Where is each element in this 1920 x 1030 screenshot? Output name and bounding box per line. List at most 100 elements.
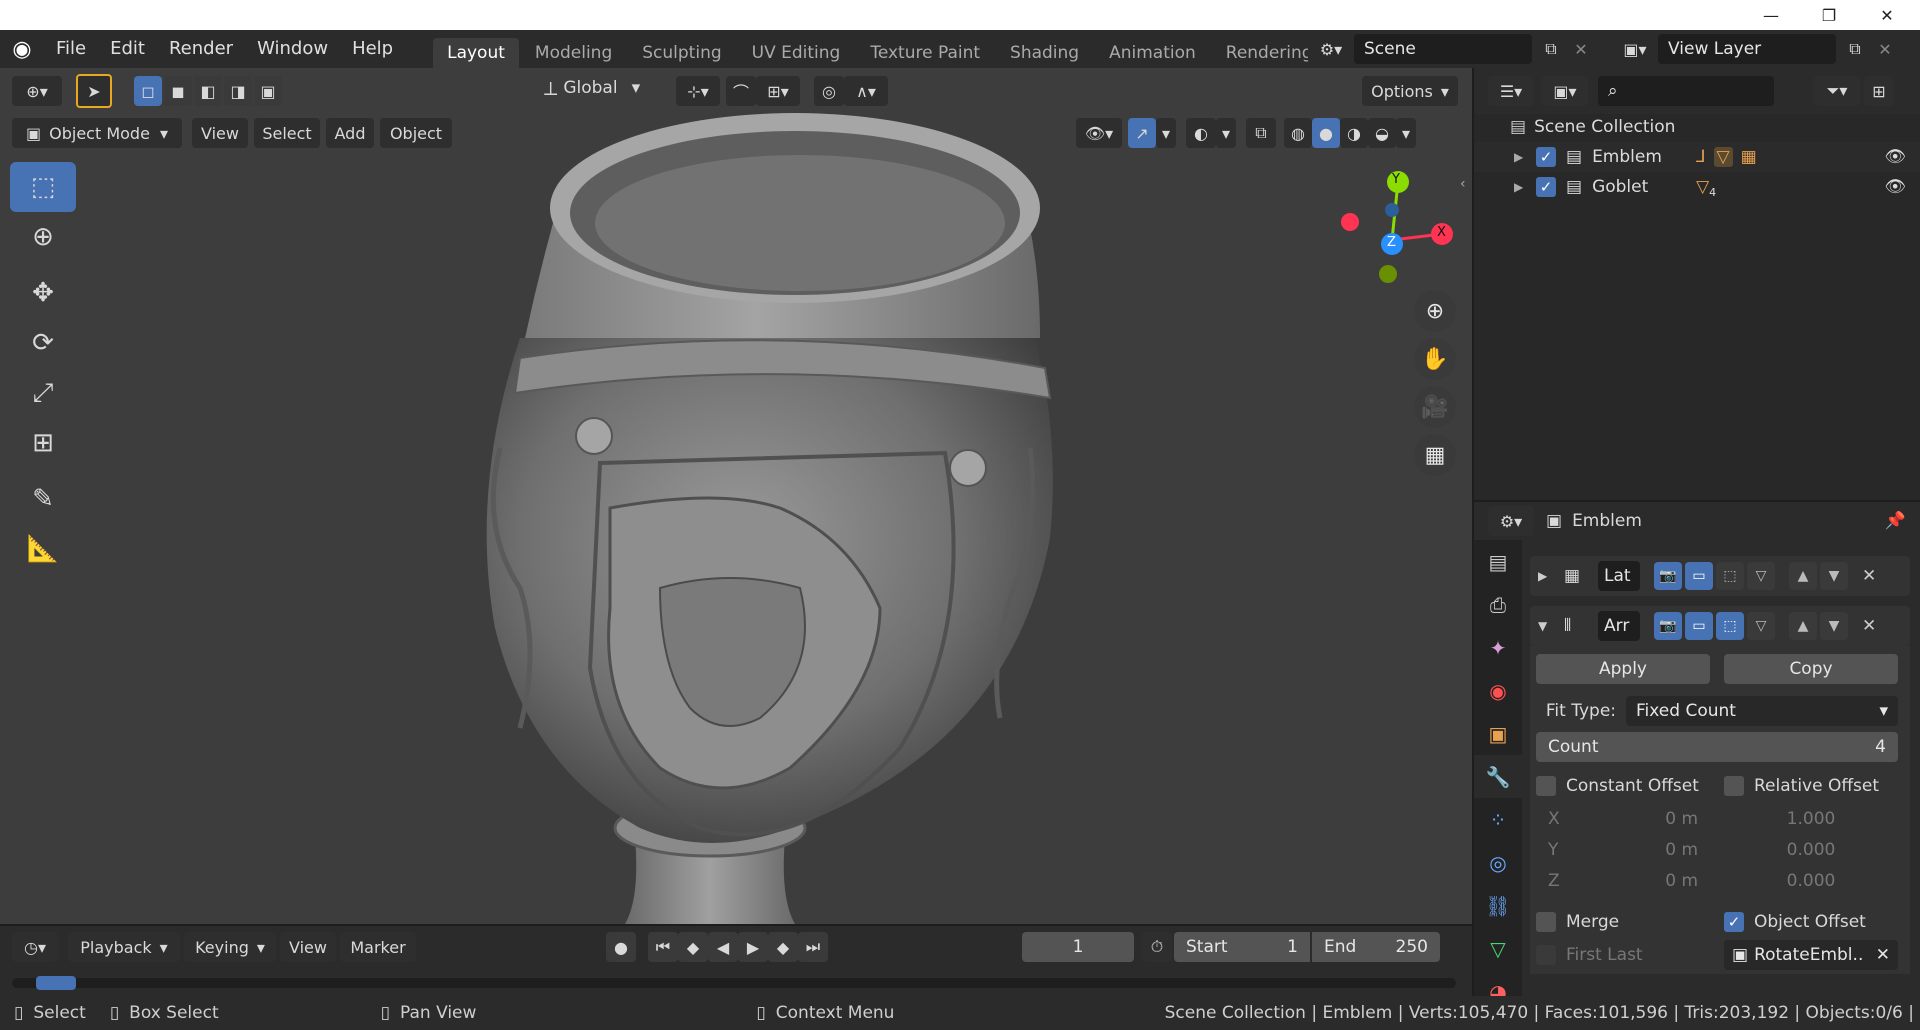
viewport-display-icon[interactable]: ▭	[1685, 612, 1713, 640]
snap-target-icon[interactable]: ⊞▾	[756, 76, 800, 106]
playback-menu[interactable]: Playback ▾	[68, 932, 180, 962]
select-subtract-icon[interactable]: ◧	[194, 76, 222, 106]
menu-select[interactable]: Select	[254, 118, 320, 148]
menu-object[interactable]: Object	[380, 118, 452, 148]
pin-icon[interactable]: 📌	[1885, 511, 1906, 531]
menu-window[interactable]: Window	[245, 30, 340, 68]
select-tool-icon[interactable]: ➤	[76, 74, 112, 108]
display-mode-icon[interactable]: ▣▾	[1542, 76, 1588, 106]
constraints-tab-icon[interactable]: ⛓	[1474, 884, 1522, 927]
merge-toggle[interactable]: Merge	[1536, 912, 1724, 932]
jump-start-icon[interactable]: ⏮	[648, 932, 678, 962]
properties-type-icon[interactable]: ⚙▾	[1488, 506, 1534, 536]
end-frame-field[interactable]: End 250	[1312, 932, 1440, 962]
maximize-button[interactable]: ❐	[1800, 0, 1858, 30]
move-down-icon[interactable]: ▼	[1820, 612, 1848, 640]
edit-mode-icon[interactable]: 📷	[1654, 562, 1682, 590]
relative-offset-checkbox[interactable]	[1724, 776, 1744, 796]
tab-animation[interactable]: Animation	[1095, 38, 1210, 68]
timeline-scrubber[interactable]	[12, 976, 1456, 990]
pan-hand-icon[interactable]: ✋	[1414, 338, 1456, 380]
remove-modifier-icon[interactable]: ✕	[1862, 566, 1876, 586]
modifier-tab-icon[interactable]: 🔧	[1474, 755, 1522, 798]
render-tab-icon[interactable]: ▤	[1474, 540, 1522, 583]
lattice-icon[interactable]: ▦	[1741, 147, 1757, 167]
visibility-eye-icon[interactable]: 👁	[1884, 147, 1906, 167]
first-last-checkbox[interactable]	[1536, 945, 1556, 965]
modifier-lattice[interactable]: ▶ ▦ Lat 📷 ▭ ⬚ ▽ ▲ ▼ ✕	[1530, 556, 1910, 596]
material-shading-icon[interactable]: ◑	[1340, 118, 1368, 148]
prev-keyframe-icon[interactable]: ◆	[678, 932, 708, 962]
scene-icon[interactable]: ⚙▾	[1308, 34, 1354, 64]
annotate-tool-icon[interactable]: ✎	[10, 474, 76, 524]
apply-button[interactable]: Apply	[1536, 654, 1710, 684]
options-dropdown[interactable]: Options ▾	[1362, 76, 1458, 106]
tab-shading[interactable]: Shading	[996, 38, 1094, 68]
constant-x-field[interactable]: X 0 m	[1536, 804, 1710, 834]
menu-add[interactable]: Add	[326, 118, 374, 148]
visibility-icon[interactable]: 👁▾	[1076, 118, 1122, 148]
3d-viewport[interactable]	[0, 68, 1472, 924]
select-new-icon[interactable]: ◻	[134, 76, 162, 106]
tree-row-emblem[interactable]: ▶ ✓ ▤ Emblem ⅃ ▽ ▦ 👁	[1474, 142, 1920, 172]
exclude-checkbox[interactable]: ✓	[1536, 147, 1556, 167]
remove-modifier-icon[interactable]: ✕	[1862, 616, 1876, 636]
move-up-icon[interactable]: ▲	[1789, 612, 1817, 640]
outliner-search-input[interactable]: ⌕	[1598, 76, 1774, 106]
new-collection-icon[interactable]: ⊞	[1864, 76, 1894, 106]
constant-z-field[interactable]: Z 0 m	[1536, 866, 1710, 896]
play-reverse-icon[interactable]: ◀	[708, 932, 738, 962]
jump-end-icon[interactable]: ⏭	[798, 932, 828, 962]
select-intersect-icon[interactable]: ▣	[254, 76, 282, 106]
playhead[interactable]	[36, 976, 76, 990]
tree-row-scene-collection[interactable]: ▤ Scene Collection	[1474, 112, 1920, 142]
xray-icon[interactable]: ⧉	[1246, 118, 1276, 148]
particles-tab-icon[interactable]: ⁘	[1474, 798, 1522, 841]
wireframe-shading-icon[interactable]: ◍	[1284, 118, 1312, 148]
camera-icon[interactable]: 🎥	[1414, 386, 1456, 428]
scene-name-field[interactable]: Scene	[1354, 34, 1532, 64]
first-last-toggle[interactable]: First Last	[1536, 945, 1724, 965]
mode-selector[interactable]: ▣ Object Mode ▾	[12, 118, 182, 148]
viewport-display-icon[interactable]: ▭	[1685, 562, 1713, 590]
visibility-eye-icon[interactable]: 👁	[1884, 177, 1906, 197]
marker-menu[interactable]: Marker	[340, 932, 416, 962]
select-box-tool-icon[interactable]: ⬚	[10, 162, 76, 212]
move-up-icon[interactable]: ▲	[1789, 562, 1817, 590]
expand-arrow-icon[interactable]: ▶	[1514, 150, 1536, 164]
object-offset-checkbox[interactable]: ✓	[1724, 912, 1744, 932]
play-icon[interactable]: ▶	[738, 932, 768, 962]
start-frame-field[interactable]: Start 1	[1174, 932, 1310, 962]
chevron-down-icon[interactable]: ▾	[1216, 118, 1236, 148]
pivot-point-icon[interactable]: ⊹▾	[676, 76, 720, 106]
chevron-down-icon[interactable]: ▾	[1156, 118, 1176, 148]
collapse-arrow-icon[interactable]: ▼	[1538, 619, 1564, 633]
tab-layout[interactable]: Layout	[433, 38, 519, 68]
scale-tool-icon[interactable]: ⤢	[10, 368, 76, 418]
edit-mode-icon[interactable]: 📷	[1654, 612, 1682, 640]
menu-view[interactable]: View	[192, 118, 248, 148]
exclude-checkbox[interactable]: ✓	[1536, 177, 1556, 197]
output-tab-icon[interactable]: ⎙	[1474, 583, 1522, 626]
move-down-icon[interactable]: ▼	[1820, 562, 1848, 590]
view-layer-icon[interactable]: ▣▾	[1612, 34, 1658, 64]
sidebar-toggle-icon[interactable]: ‹	[1460, 176, 1472, 196]
constant-offset-checkbox[interactable]	[1536, 776, 1556, 796]
tab-sculpting[interactable]: Sculpting	[628, 38, 736, 68]
proportional-edit-icon[interactable]: ◎	[814, 76, 844, 106]
measure-tool-icon[interactable]: 📐	[10, 524, 76, 574]
merge-checkbox[interactable]	[1536, 912, 1556, 932]
menu-file[interactable]: File	[44, 30, 98, 68]
menu-edit[interactable]: Edit	[98, 30, 157, 68]
tree-row-goblet[interactable]: ▶ ✓ ▤ Goblet ▽ 4 👁	[1474, 172, 1920, 202]
timeline-view-menu[interactable]: View	[280, 932, 336, 962]
current-frame-field[interactable]: 1	[1022, 932, 1134, 962]
on-cage-icon[interactable]: ▽	[1747, 562, 1775, 590]
cursor-tool-icon[interactable]: ⊕	[10, 212, 76, 262]
timeline-type-icon[interactable]: ◷▾	[12, 932, 58, 962]
select-extend-icon[interactable]: ◼	[164, 76, 192, 106]
record-icon[interactable]: ●	[606, 932, 636, 962]
overlay-icon[interactable]: ◐	[1186, 118, 1216, 148]
menu-render[interactable]: Render	[157, 30, 245, 68]
move-tool-icon[interactable]: ✥	[10, 268, 76, 318]
